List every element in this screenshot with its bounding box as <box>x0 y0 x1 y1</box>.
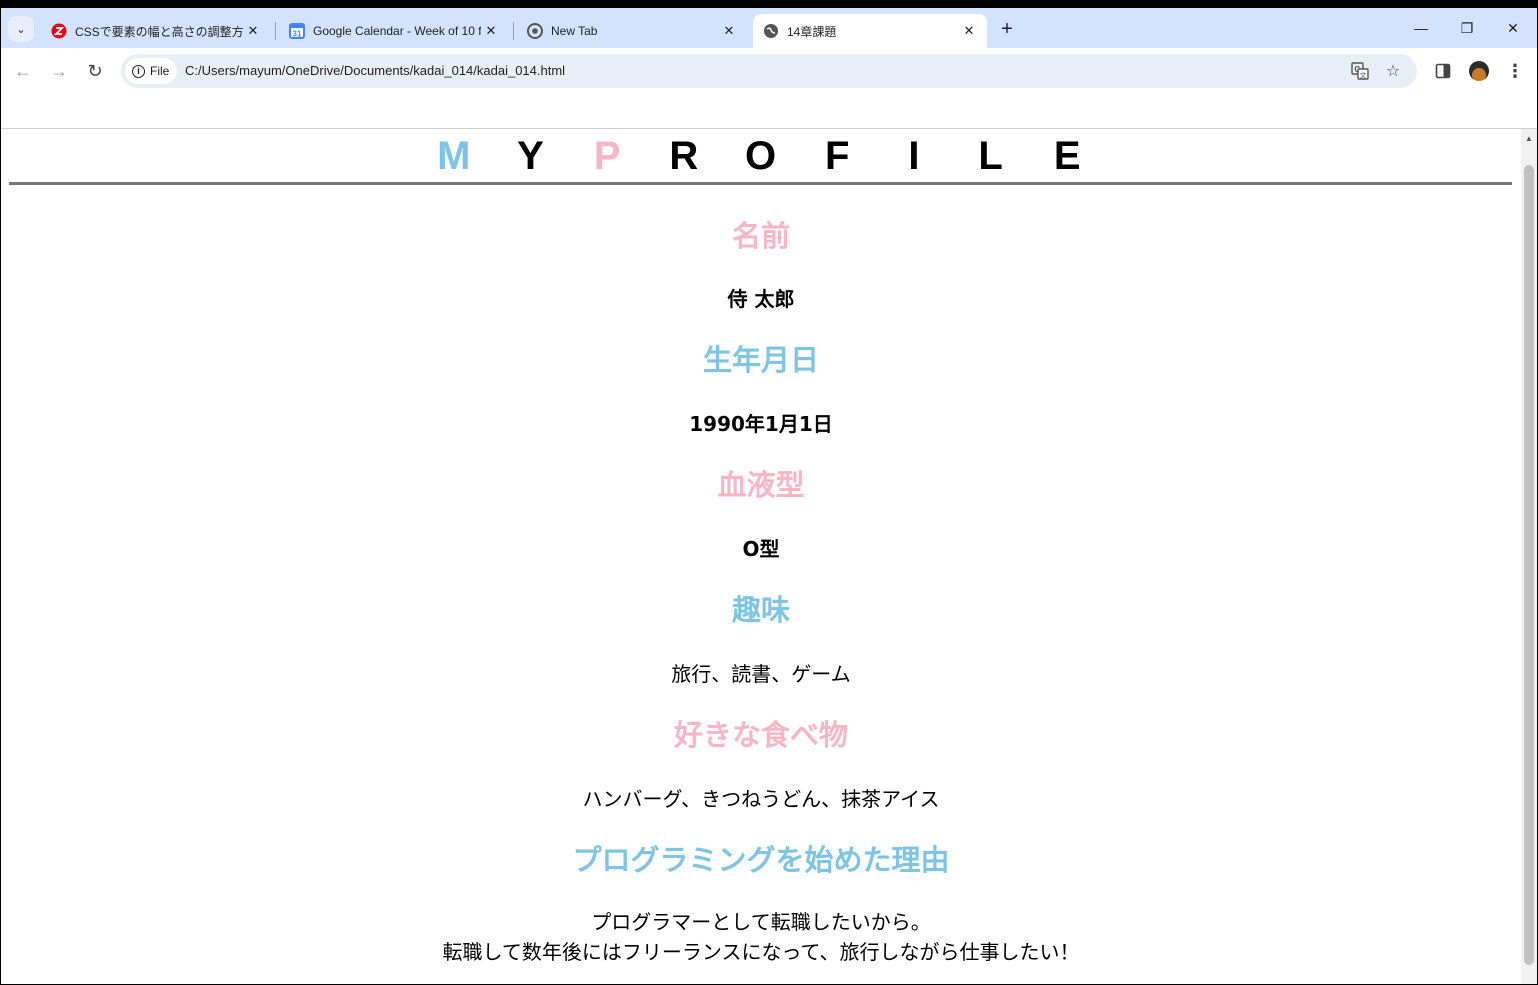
tab-google-calendar[interactable]: 31 Google Calendar - Week of 10 f ✕ <box>279 14 509 48</box>
title-letter: I <box>908 134 920 178</box>
vertical-scrollbar[interactable]: ▲ <box>1521 129 1537 984</box>
side-panel-icon[interactable] <box>1432 60 1454 82</box>
info-icon: i <box>132 64 145 78</box>
url-text[interactable]: C:/Users/mayum/OneDrive/Documents/kadai_… <box>185 63 565 78</box>
tab-search-button[interactable]: ⌄ <box>8 16 34 42</box>
arrow-right-icon: → <box>50 60 68 81</box>
bookmark-star-icon[interactable]: ☆ <box>1383 61 1403 81</box>
tab-kadai-active[interactable]: 14章課題 ✕ <box>753 14 987 48</box>
tab-title: CSSで要素の幅と高さの調整方法を <box>75 24 243 39</box>
translate-icon[interactable]: G文 <box>1350 61 1370 81</box>
arrow-left-icon: ← <box>14 60 32 81</box>
scrollbar-thumb[interactable] <box>1524 165 1534 965</box>
heading-favorite-food: 好きな食べ物 <box>673 718 848 752</box>
browser-toolbar: ← → ↻ i File C:/Users/mayum/OneDrive/Doc… <box>1 48 1537 94</box>
site-info-label: File <box>150 64 170 78</box>
value-hobby: 旅行、読書、ゲーム <box>671 662 851 686</box>
restore-button[interactable]: ❐ <box>1444 16 1490 40</box>
heading-programming-reason: プログラミングを始めた理由 <box>572 843 950 877</box>
title-letter: O <box>744 134 777 178</box>
new-tab-button[interactable]: + <box>996 18 1018 40</box>
profile-page: M Y P R O F I L E 名前 侍 太郎 生年月日 1990年1月1日… <box>1 129 1521 984</box>
address-bar[interactable]: i File C:/Users/mayum/OneDrive/Documents… <box>121 54 1417 88</box>
value-name: 侍 太郎 <box>727 287 795 311</box>
heading-hobby: 趣味 <box>731 593 790 627</box>
chevron-down-icon: ⌄ <box>16 23 26 36</box>
value-programming-reason-line1: プログラマーとして転職したいから。 <box>591 910 931 934</box>
globe-icon <box>763 23 779 39</box>
value-favorite-food: ハンバーグ、きつねうどん、抹茶アイス <box>582 787 940 811</box>
close-icon[interactable]: ✕ <box>719 21 739 41</box>
back-button[interactable]: ← <box>10 58 36 84</box>
calendar-icon: 31 <box>289 23 305 39</box>
tab-title: New Tab <box>551 24 598 38</box>
tab-separator <box>275 22 276 40</box>
heading-name: 名前 <box>731 219 790 253</box>
title-letter: F <box>824 134 850 178</box>
heading-birthday: 生年月日 <box>702 343 819 377</box>
forward-button[interactable]: → <box>46 58 72 84</box>
minimize-button[interactable]: — <box>1398 16 1444 40</box>
tab-new-tab[interactable]: New Tab ✕ <box>517 14 747 48</box>
heading-blood-type: 血液型 <box>717 468 805 502</box>
svg-text:文: 文 <box>1360 71 1367 80</box>
value-birthday: 1990年1月1日 <box>689 412 833 436</box>
samurai-icon <box>51 23 67 39</box>
title-letter: M <box>437 134 471 178</box>
title-letter: R <box>669 134 699 178</box>
reload-icon: ↻ <box>87 60 103 81</box>
value-programming-reason-line2: 転職して数年後にはフリーランスになって、旅行しながら仕事したい！ <box>442 940 1080 964</box>
tab-title: Google Calendar - Week of 10 f <box>313 24 481 38</box>
close-icon[interactable]: ✕ <box>481 21 501 41</box>
title-letter: Y <box>517 134 544 178</box>
browser-window: ⌄ CSSで要素の幅と高さの調整方法を ✕ 31 Google Calendar… <box>1 8 1537 984</box>
close-icon[interactable]: ✕ <box>959 21 979 41</box>
page-viewport: M Y P R O F I L E 名前 侍 太郎 生年月日 1990年1月1日… <box>1 128 1537 984</box>
title-letter: L <box>978 134 1003 178</box>
window-close-button[interactable]: ✕ <box>1490 16 1536 40</box>
title-letter: E <box>1053 134 1081 178</box>
svg-text:31: 31 <box>293 30 302 39</box>
tab-title: 14章課題 <box>787 24 837 39</box>
profile-avatar[interactable] <box>1469 61 1489 81</box>
tab-separator <box>513 22 514 40</box>
value-blood-type: O型 <box>742 537 780 561</box>
scroll-up-arrow-icon[interactable]: ▲ <box>1525 134 1533 143</box>
tab-strip: ⌄ CSSで要素の幅と高さの調整方法を ✕ 31 Google Calendar… <box>1 8 1537 48</box>
site-info-chip[interactable]: i File <box>125 58 177 84</box>
close-icon[interactable]: ✕ <box>243 21 263 41</box>
title-letter: P <box>593 134 621 178</box>
more-menu-icon[interactable]: ⋮ <box>1504 60 1526 82</box>
tab-css-article[interactable]: CSSで要素の幅と高さの調整方法を ✕ <box>41 14 271 48</box>
reload-button[interactable]: ↻ <box>82 58 108 84</box>
page-title: M Y P R O F I L E <box>9 131 1512 185</box>
chrome-icon <box>527 23 543 39</box>
